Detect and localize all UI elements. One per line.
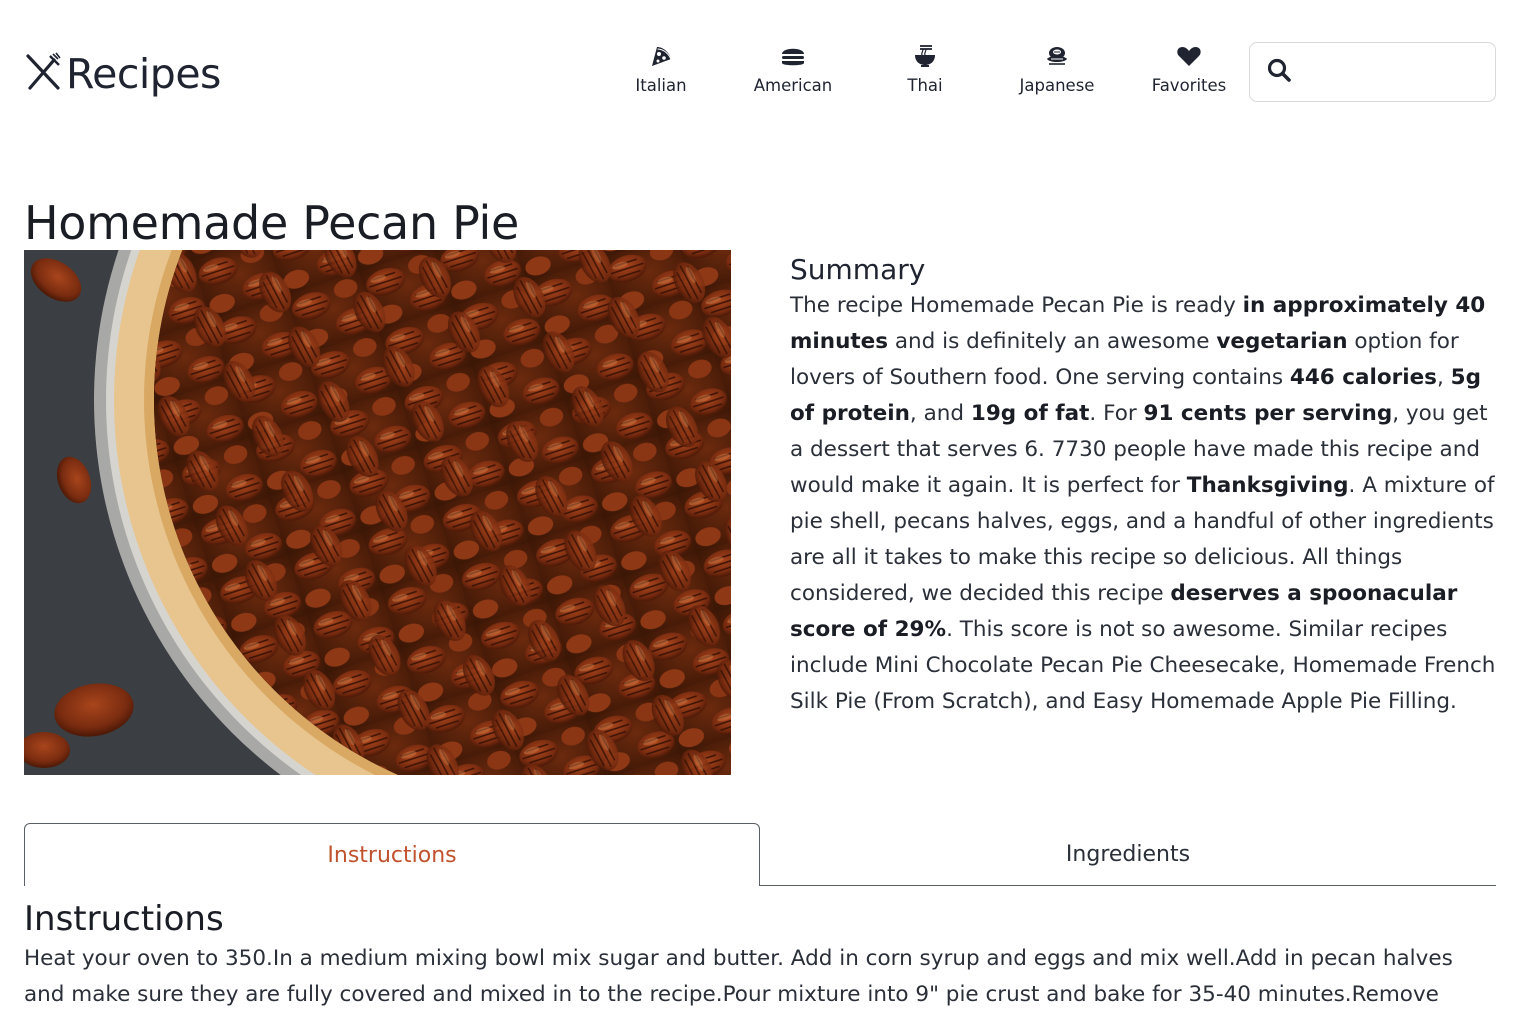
heart-icon <box>1176 42 1202 70</box>
nav-label: Thai <box>907 76 943 95</box>
tab-ingredients[interactable]: Ingredients <box>760 823 1496 885</box>
logo[interactable]: Recipes <box>24 48 221 100</box>
summary-highlight: 446 calories <box>1289 365 1437 390</box>
summary-run: , <box>1436 365 1451 390</box>
search-input[interactable] <box>1302 62 1482 82</box>
summary-text: The recipe Homemade Pecan Pie is ready i… <box>790 288 1496 720</box>
hamburger-icon <box>780 42 806 70</box>
noodle-bowl-icon <box>912 42 938 70</box>
category-nav: Italian American Thai Japanese Favorites <box>595 42 1255 104</box>
recipe-image <box>24 250 731 775</box>
logo-text: Recipes <box>66 50 221 98</box>
nav-item-favorites[interactable]: Favorites <box>1123 42 1255 104</box>
nav-label: Favorites <box>1151 76 1227 95</box>
nav-item-japanese[interactable]: Japanese <box>991 42 1123 104</box>
summary-run: . For <box>1089 401 1144 426</box>
summary-highlight: 19g of fat <box>970 401 1090 426</box>
nav-label: American <box>753 76 833 95</box>
summary-run: , and <box>909 401 971 426</box>
instructions-text: Heat your oven to 350.In a medium mixing… <box>24 946 1453 1020</box>
tab-instructions[interactable]: Instructions <box>24 823 760 886</box>
summary-highlight: Thanksgiving <box>1186 473 1349 498</box>
nav-label: Italian <box>635 76 687 95</box>
summary-heading: Summary <box>790 253 926 286</box>
nav-item-italian[interactable]: Italian <box>595 42 727 104</box>
sushi-icon <box>1044 42 1070 70</box>
summary-run: and is definitely an awesome <box>888 329 1217 354</box>
recipe-tabs: Instructions Ingredients <box>24 823 1496 886</box>
pizza-icon <box>648 42 674 70</box>
fork-knife-icon <box>24 52 64 96</box>
summary-section: Summary The recipe Homemade Pecan Pie is… <box>790 252 1496 720</box>
nav-label: Japanese <box>1019 76 1095 95</box>
summary-highlight: 91 cents per serving <box>1143 401 1393 426</box>
search-box[interactable] <box>1249 42 1496 102</box>
nav-item-american[interactable]: American <box>727 42 859 104</box>
summary-run: The recipe Homemade Pecan Pie is ready <box>790 293 1243 318</box>
nav-item-thai[interactable]: Thai <box>859 42 991 104</box>
summary-highlight: vegetarian <box>1216 329 1348 354</box>
instructions-heading: Instructions <box>24 899 224 939</box>
search-icon[interactable] <box>1266 57 1292 87</box>
recipe-title: Homemade Pecan Pie <box>24 196 520 250</box>
